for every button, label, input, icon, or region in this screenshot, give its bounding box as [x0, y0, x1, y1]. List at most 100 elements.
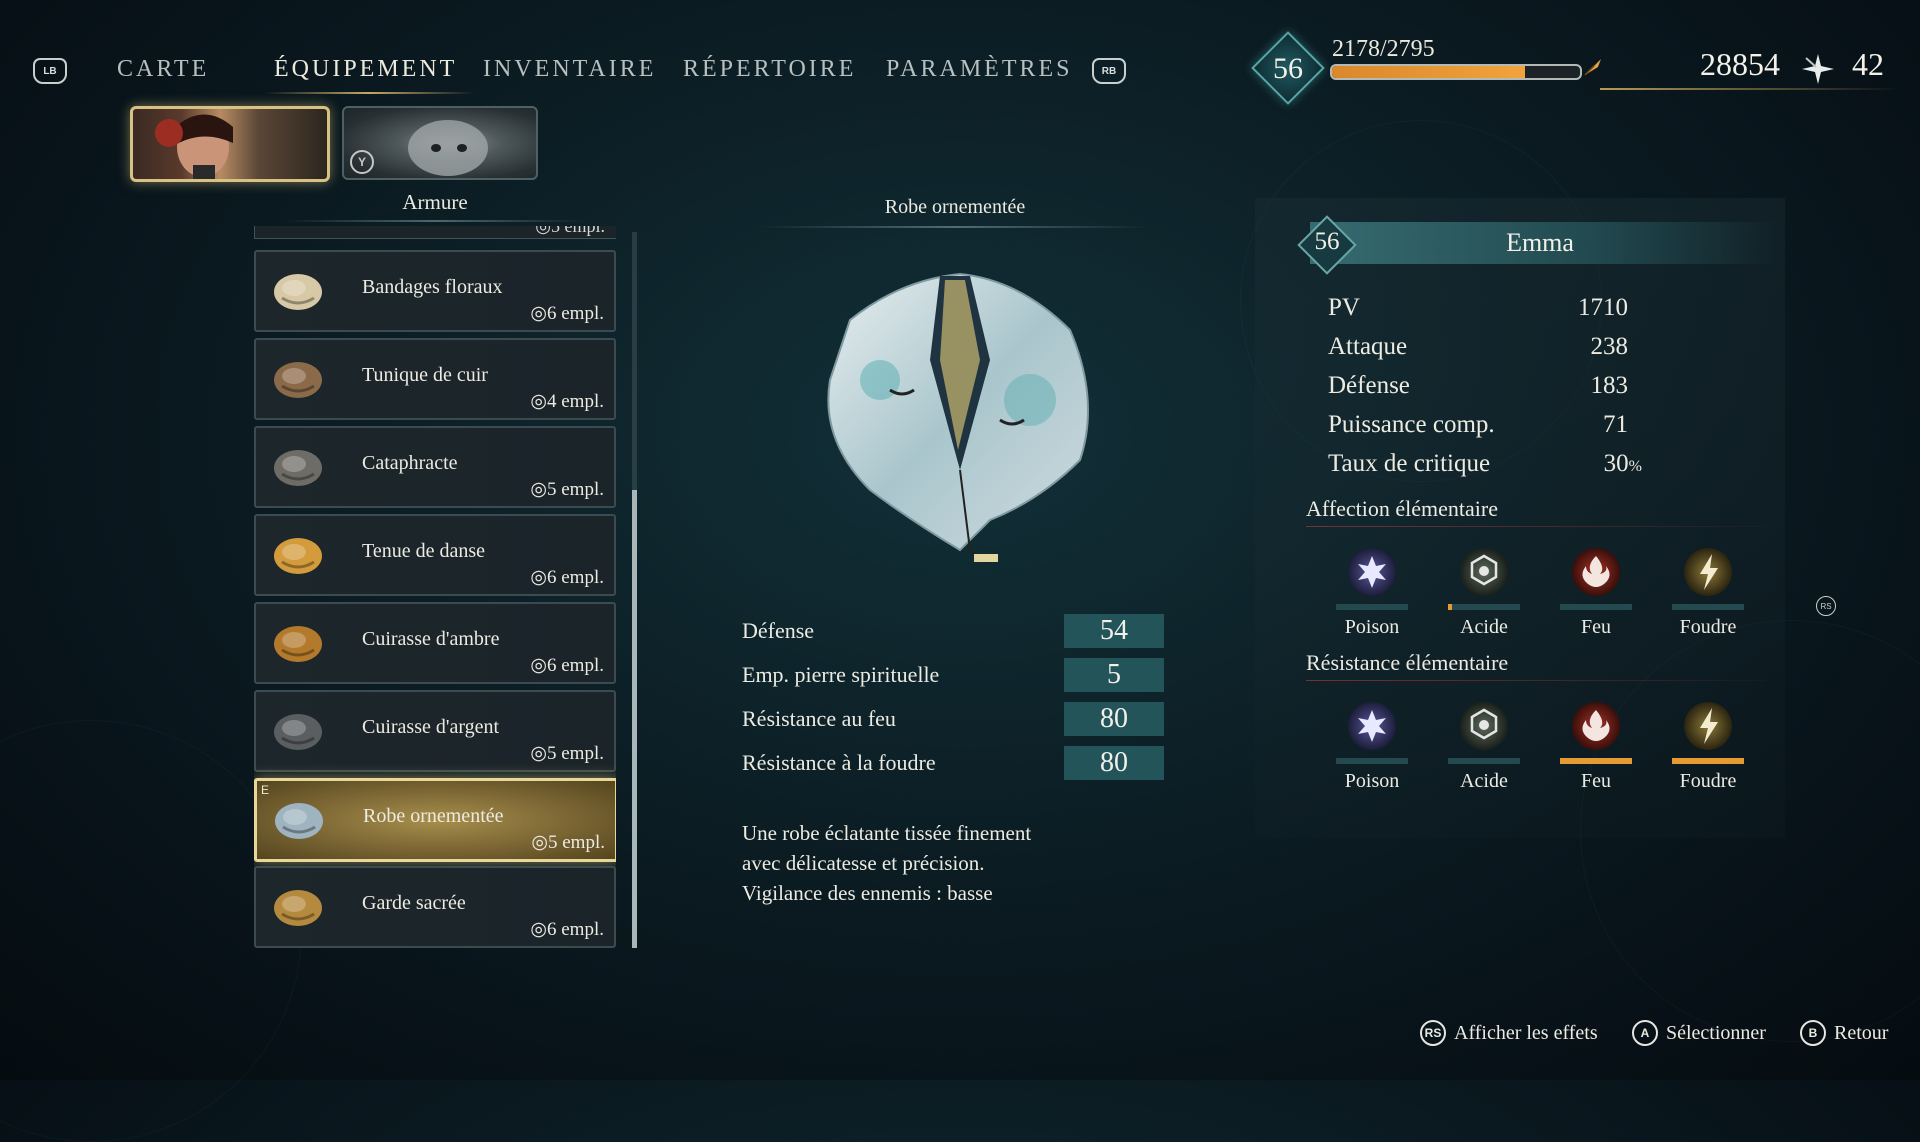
character-stat-value: 183 [1590, 372, 1629, 399]
character-stat-value: 238 [1590, 333, 1629, 360]
item-slots: ◎6 empl. [530, 655, 604, 676]
amber-cuirass-icon [274, 626, 322, 662]
lb-button[interactable]: LB [33, 58, 67, 84]
element-resistance-cell: Feu [1540, 692, 1652, 802]
feather-icon [1584, 59, 1601, 76]
poison-icon [1348, 548, 1396, 596]
leather-tunic-icon [274, 362, 322, 398]
element-label: Poison [1344, 616, 1400, 638]
description-line: avec délicatesse et précision. [742, 851, 985, 875]
item-stat-label: Défense [742, 618, 815, 643]
item-name: Cataphracte [362, 452, 458, 474]
tab-equipement[interactable]: ÉQUIPEMENT [274, 56, 457, 83]
b-button-icon: B [1800, 1020, 1826, 1046]
hint-label: Sélectionner [1666, 1021, 1766, 1044]
hint-show-effects[interactable]: RS Afficher les effets [1420, 1020, 1598, 1046]
element-resistance-cell: Poison [1316, 692, 1428, 802]
xp-bar-fill [1332, 66, 1526, 78]
character-tab-companion[interactable]: Y [342, 106, 538, 180]
item-slots: ◎5 empl. [530, 743, 604, 764]
item-detail-divider [760, 226, 1150, 228]
item-detail-title: Robe ornementée [884, 196, 1026, 218]
item-stat-label: Résistance au feu [742, 706, 896, 731]
emma-portrait [155, 114, 233, 179]
character-name: Emma [1506, 228, 1574, 257]
xp-bar [1330, 64, 1582, 80]
element-level-fill [1448, 604, 1452, 610]
tab-parametres[interactable]: PARAMÈTRES [886, 56, 1073, 83]
companion-portrait [408, 120, 488, 176]
affection-divider [1306, 526, 1766, 527]
tab-carte[interactable]: CARTE [117, 56, 209, 83]
list-title-divider [285, 220, 585, 222]
element-affection-cell: Foudre [1652, 538, 1764, 648]
fire-icon [1572, 702, 1620, 750]
description-line: Vigilance des ennemis : basse [742, 881, 993, 905]
acid-icon [1460, 702, 1508, 750]
rb-button[interactable]: RB [1092, 58, 1126, 84]
element-level-bar [1560, 758, 1632, 764]
character-level: 56 [1314, 228, 1340, 255]
spirit-stone-count: 42 [1852, 46, 1884, 82]
element-level-bar [1448, 758, 1520, 764]
hint-back[interactable]: B Retour [1800, 1020, 1888, 1046]
list-item[interactable]: Cataphracte ◎5 empl. [254, 426, 616, 508]
tab-inventaire[interactable]: INVENTAIRE [483, 56, 656, 83]
character-stat-label: Puissance comp. [1328, 411, 1495, 438]
ornate-robe-image [827, 272, 1089, 566]
rs-button-icon[interactable]: RS [1816, 596, 1836, 616]
equipped-badge: E [261, 783, 270, 797]
element-affection-cell: Feu [1540, 538, 1652, 648]
list-item[interactable]: Bandages floraux ◎6 empl. [254, 250, 616, 332]
character-stat-row: PV 1710 [1328, 294, 1628, 328]
element-affection-cell: Poison [1316, 538, 1428, 648]
description-line: Une robe éclatante tissée finement [742, 821, 1032, 845]
tab-repertoire[interactable]: RÉPERTOIRE [683, 56, 856, 83]
item-description: Une robe éclatante tissée finement avec … [742, 818, 1162, 908]
item-stat-row: Résistance au feu 80 [742, 702, 1164, 736]
element-label: Acide [1460, 770, 1508, 792]
element-level-bar [1448, 604, 1520, 610]
lightning-icon [1684, 548, 1732, 596]
element-label: Foudre [1679, 616, 1737, 638]
element-label: Feu [1581, 770, 1611, 792]
character-stat-label: Attaque [1328, 333, 1408, 360]
hint-select[interactable]: A Sélectionner [1632, 1020, 1766, 1046]
list-item[interactable]: Garde sacrée ◎6 empl. [254, 866, 616, 948]
item-name: Cuirasse d'argent [362, 716, 500, 738]
list-item[interactable]: Cuirasse d'argent ◎5 empl. [254, 690, 616, 772]
list-item[interactable]: Cuirasse d'ambre ◎6 empl. [254, 602, 616, 684]
armor-list[interactable]: ◎5 empl. Bandages floraux ◎6 empl. Tuniq… [254, 226, 616, 948]
hint-label: Afficher les effets [1454, 1021, 1598, 1044]
item-stat-label: Résistance à la foudre [742, 750, 936, 775]
item-stat-value: 5 [1064, 658, 1164, 692]
item-stat-value: 80 [1064, 746, 1164, 780]
item-name: Tunique de cuir [362, 364, 488, 386]
element-level-fill [1560, 758, 1632, 764]
rs-button-icon: RS [1420, 1020, 1446, 1046]
element-label: Foudre [1679, 770, 1737, 792]
element-level-bar [1336, 758, 1408, 764]
lightning-icon [1684, 702, 1732, 750]
list-item[interactable]: Tenue de danse ◎6 empl. [254, 514, 616, 596]
dance-outfit-icon [274, 538, 322, 574]
element-level-bar [1672, 604, 1744, 610]
character-stat-label: Taux de critique [1328, 450, 1491, 477]
currency-divider [1600, 88, 1900, 90]
list-item-partial[interactable]: ◎5 empl. [254, 226, 616, 239]
currency-amount: 28854 [1700, 46, 1780, 82]
element-resistance-cell: Foudre [1652, 692, 1764, 802]
list-item[interactable]: Tunique de cuir ◎4 empl. [254, 338, 616, 420]
element-level-fill [1672, 758, 1744, 764]
list-item[interactable]: E Robe ornementée ◎5 empl. [254, 778, 616, 862]
item-slots: ◎5 empl. [531, 832, 605, 853]
item-slots: ◎6 empl. [530, 567, 604, 588]
character-tab-emma[interactable] [130, 106, 330, 182]
bandage-armor-icon [274, 274, 322, 310]
list-scrollbar-thumb[interactable] [632, 490, 637, 948]
item-slots: ◎4 empl. [530, 391, 604, 412]
item-slots: ◎5 empl. [535, 226, 605, 236]
element-resistance-cell: Acide [1428, 692, 1540, 802]
cataphract-icon [274, 450, 322, 486]
item-stat-value: 80 [1064, 702, 1164, 736]
